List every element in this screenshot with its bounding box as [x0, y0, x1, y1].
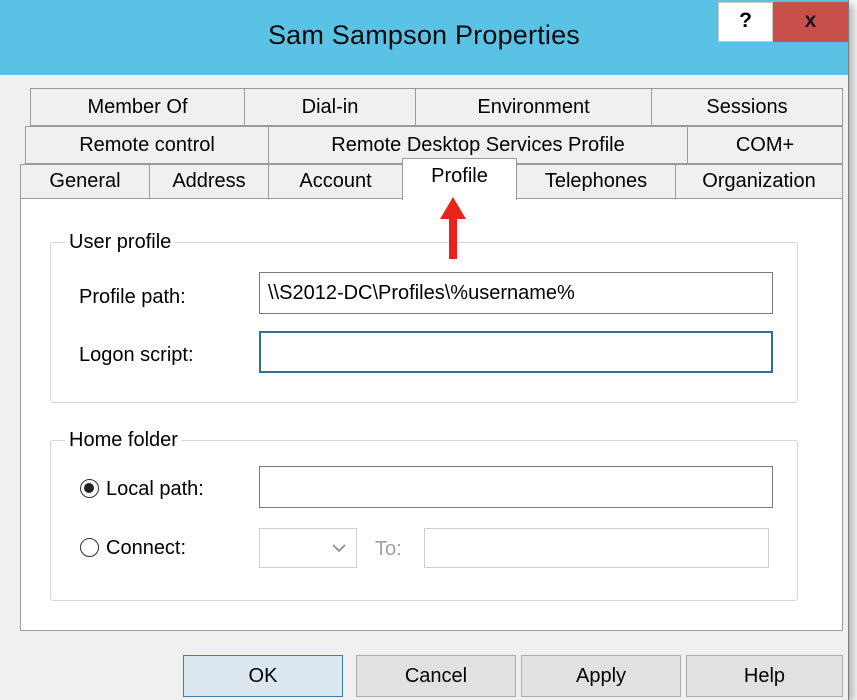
home-folder-group: Home folder Local path: Connect: To:	[50, 428, 798, 601]
chevron-down-icon	[332, 544, 346, 553]
tab-com-plus[interactable]: COM+	[687, 126, 843, 164]
logon-script-input[interactable]	[259, 331, 773, 373]
title-bar: Sam Sampson Properties ? x	[0, 0, 848, 75]
help-button[interactable]: Help	[686, 655, 843, 697]
help-icon: ?	[739, 9, 752, 32]
local-path-label: Local path:	[106, 478, 204, 500]
user-profile-group-title: User profile	[65, 230, 176, 254]
tab-account[interactable]: Account	[268, 164, 403, 199]
ok-button[interactable]: OK	[183, 655, 343, 697]
tab-member-of[interactable]: Member Of	[30, 88, 245, 126]
to-label: To:	[375, 538, 402, 560]
profile-path-label: Profile path:	[79, 286, 186, 308]
local-path-input[interactable]	[259, 466, 773, 508]
tab-telephones[interactable]: Telephones	[516, 164, 676, 199]
tab-profile[interactable]: Profile	[402, 158, 517, 200]
connect-to-input[interactable]	[424, 528, 769, 568]
tab-environment[interactable]: Environment	[415, 88, 652, 126]
connect-label: Connect:	[106, 537, 187, 559]
profile-tab-panel: User profile Profile path: Logon script:…	[20, 198, 843, 631]
tab-remote-control[interactable]: Remote control	[25, 126, 269, 164]
tab-organization[interactable]: Organization	[675, 164, 843, 199]
cancel-button[interactable]: Cancel	[356, 655, 516, 697]
tab-dial-in[interactable]: Dial-in	[244, 88, 416, 126]
properties-dialog: Sam Sampson Properties ? x Member Of Dia…	[0, 0, 849, 700]
logon-script-label: Logon script:	[79, 344, 194, 366]
tab-sessions[interactable]: Sessions	[651, 88, 843, 126]
user-profile-group: User profile Profile path: Logon script:	[50, 230, 798, 403]
close-title-button[interactable]: x	[773, 2, 848, 42]
help-title-button[interactable]: ?	[718, 2, 773, 42]
connect-radio[interactable]	[80, 538, 99, 557]
tab-address[interactable]: Address	[149, 164, 269, 199]
home-folder-group-title: Home folder	[65, 428, 182, 452]
close-icon: x	[804, 9, 817, 32]
drive-letter-dropdown[interactable]	[259, 528, 357, 568]
red-up-arrow-icon	[440, 197, 466, 259]
apply-button[interactable]: Apply	[521, 655, 681, 697]
profile-path-input[interactable]	[259, 272, 773, 314]
local-path-radio[interactable]	[80, 479, 99, 498]
tab-general[interactable]: General	[20, 164, 150, 199]
